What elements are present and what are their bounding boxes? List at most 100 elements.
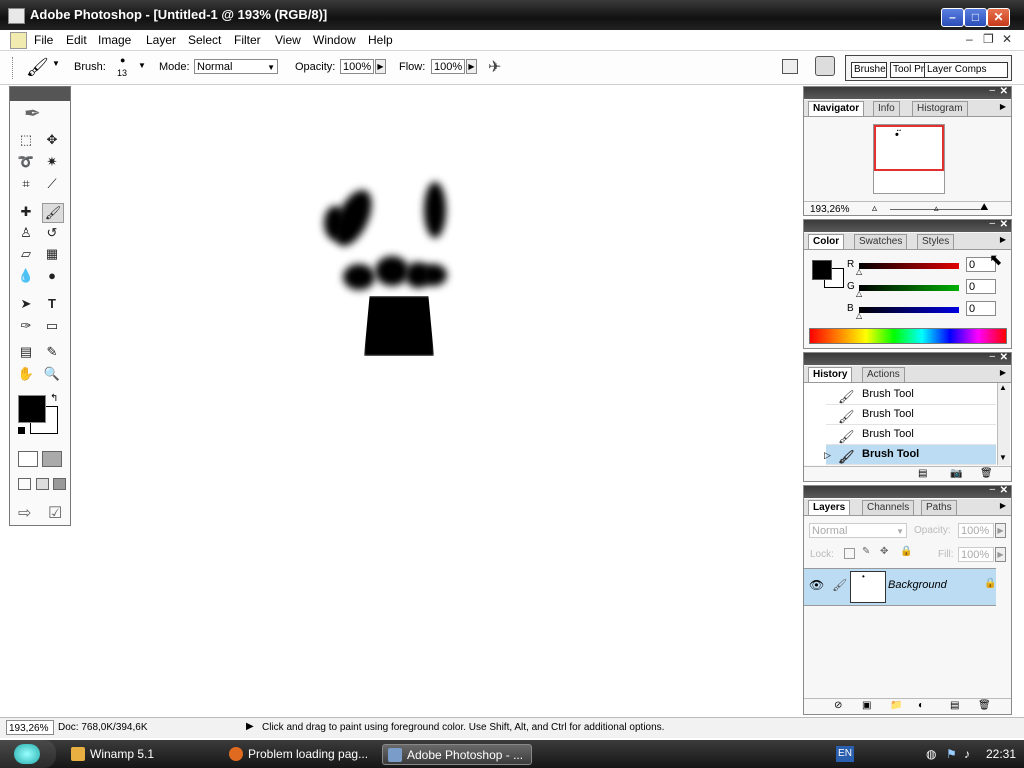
blue-slider-track[interactable]	[859, 307, 959, 313]
history-scrollbar[interactable]: ▲ ▼	[997, 383, 1010, 465]
healing-brush-tool-icon[interactable]: ✚	[16, 203, 36, 221]
panel-titlebar[interactable]: – ✕	[804, 218, 1011, 232]
imageready-icon[interactable]: ☑	[48, 503, 62, 523]
photoshop-app-icon[interactable]	[8, 8, 25, 24]
tab-paths[interactable]: Paths	[921, 500, 957, 515]
flow-slider-arrow-icon[interactable]: ▶	[466, 59, 477, 74]
palette-toggle-icon[interactable]	[782, 59, 798, 74]
brush-tool-preset-icon[interactable]: 🖌	[26, 57, 49, 78]
crop-tool-icon[interactable]: ⌗	[16, 175, 36, 193]
new-group-icon[interactable]: 📁	[890, 700, 902, 711]
eyedropper-tool-icon[interactable]: ✎	[42, 343, 62, 361]
scroll-down-icon[interactable]: ▼	[999, 453, 1007, 462]
menu-filter[interactable]: Filter	[234, 33, 261, 47]
minimize-button[interactable]: –	[941, 8, 964, 27]
tab-channels[interactable]: Channels	[862, 500, 915, 515]
adobe-feather-icon[interactable]: ✒	[24, 101, 41, 126]
red-slider-track[interactable]	[859, 263, 959, 269]
tray-network-icon[interactable]: ◍	[926, 747, 936, 761]
zoom-out-icon[interactable]: ▵	[872, 203, 877, 214]
rectangle-tool-icon[interactable]: ▭	[42, 317, 62, 335]
opacity-input[interactable]: 100%	[340, 59, 374, 74]
standard-mode-icon[interactable]	[18, 451, 38, 467]
panel-titlebar[interactable]: – ✕	[804, 351, 1011, 365]
quick-mask-mode-icon[interactable]	[42, 451, 62, 467]
color-spectrum-ramp[interactable]	[809, 328, 1007, 344]
move-tool-icon[interactable]: ✥	[42, 131, 62, 149]
add-layer-mask-icon[interactable]: ▣	[862, 700, 871, 711]
tab-info[interactable]: Info	[873, 101, 900, 116]
close-button[interactable]: ✕	[987, 8, 1010, 27]
language-indicator[interactable]: EN	[836, 746, 854, 762]
brush-picker-arrow-icon[interactable]: ▼	[138, 61, 146, 70]
menu-view[interactable]: View	[275, 33, 301, 47]
green-value-input[interactable]: 0	[966, 279, 996, 294]
tab-histogram[interactable]: Histogram	[912, 101, 968, 116]
panel-menu-icon[interactable]: ▶	[1000, 368, 1006, 377]
zoom-slider-handle[interactable]: ▵	[934, 203, 939, 214]
dodge-tool-icon[interactable]: ●	[42, 267, 62, 285]
blend-mode-select[interactable]: Normal ▼	[809, 523, 907, 538]
document-canvas[interactable]	[72, 86, 802, 716]
history-item-selected[interactable]: 🖌 Brush Tool	[826, 445, 996, 465]
new-document-from-state-icon[interactable]: ▤	[918, 468, 927, 479]
taskbar-item-winamp[interactable]: Winamp 5.1	[66, 744, 216, 765]
layer-name[interactable]: Background	[888, 579, 947, 591]
doc-close-button[interactable]: ✕	[1002, 32, 1012, 46]
taskbar-clock[interactable]: 22:31	[986, 747, 1016, 761]
tray-security-icon[interactable]: ⚑	[946, 747, 957, 761]
menu-layer[interactable]: Layer	[146, 33, 176, 47]
color-panel-foreground-swatch[interactable]	[812, 260, 832, 280]
menu-file[interactable]: File	[34, 33, 53, 47]
history-brush-tool-icon[interactable]: ↺	[42, 224, 62, 242]
pen-tool-icon[interactable]: ✑	[16, 317, 36, 335]
well-tab-brushes[interactable]: Brushes	[851, 62, 887, 78]
fill-arrow-icon[interactable]: ▶	[995, 547, 1006, 562]
fill-input[interactable]: 100%	[958, 547, 994, 562]
navigator-view-box[interactable]	[874, 125, 944, 171]
clone-stamp-tool-icon[interactable]: ♙	[16, 224, 36, 242]
lasso-tool-icon[interactable]: ➰	[16, 153, 36, 171]
blur-tool-icon[interactable]: 💧	[16, 267, 36, 285]
panel-menu-icon[interactable]: ▶	[1000, 102, 1006, 111]
layer-thumbnail[interactable]: •	[850, 571, 886, 603]
flow-input[interactable]: 100%	[431, 59, 465, 74]
opacity-slider-arrow-icon[interactable]: ▶	[375, 59, 386, 74]
new-adjustment-layer-icon[interactable]: ◐	[918, 700, 924, 711]
doc-minimize-button[interactable]: –	[966, 32, 973, 46]
navigator-thumbnail[interactable]: •̈	[873, 124, 945, 194]
navigator-zoom-value[interactable]: 193,26%	[810, 204, 849, 215]
link-layers-icon[interactable]: ⊘	[834, 700, 842, 711]
panel-close-icon[interactable]: ✕	[1000, 219, 1008, 230]
eraser-tool-icon[interactable]: ▱	[16, 245, 36, 263]
airbrush-icon[interactable]: ✈	[488, 57, 501, 77]
screen-mode-full-icon[interactable]	[53, 478, 66, 490]
panel-titlebar[interactable]: – ✕	[804, 85, 1011, 99]
hand-tool-icon[interactable]: ✋	[16, 365, 36, 383]
panel-close-icon[interactable]: ✕	[1000, 485, 1008, 496]
document-icon[interactable]	[10, 32, 27, 49]
layer-opacity-input[interactable]: 100%	[958, 523, 994, 538]
status-zoom-input[interactable]: 193,26%	[6, 720, 54, 735]
panel-close-icon[interactable]: ✕	[1000, 86, 1008, 97]
red-slider-handle[interactable]: △	[856, 267, 862, 276]
mode-select[interactable]: Normal ▼	[194, 59, 278, 74]
layer-row-background[interactable]: 👁 🖌 • Background 🔒	[804, 568, 996, 606]
brush-size-value[interactable]: 13	[117, 68, 127, 78]
green-slider-track[interactable]	[859, 285, 959, 291]
tab-history[interactable]: History	[808, 367, 853, 382]
notes-tool-icon[interactable]: ▤	[16, 343, 36, 361]
scroll-up-icon[interactable]: ▲	[999, 383, 1007, 392]
panel-menu-icon[interactable]: ▶	[1000, 235, 1006, 244]
swap-colors-icon[interactable]: ↰	[50, 393, 58, 404]
well-tab-tool-presets[interactable]: Tool Presets	[890, 62, 926, 78]
magic-wand-tool-icon[interactable]: ✷	[42, 153, 62, 171]
tab-navigator[interactable]: Navigator	[808, 101, 865, 116]
lock-image-icon[interactable]: ✎	[862, 546, 870, 557]
lock-position-icon[interactable]: ✥	[880, 546, 888, 557]
taskbar-item-photoshop[interactable]: Adobe Photoshop - ...	[382, 744, 532, 765]
layer-opacity-arrow-icon[interactable]: ▶	[995, 523, 1006, 538]
tab-layers[interactable]: Layers	[808, 500, 851, 515]
blue-value-input[interactable]: 0	[966, 301, 996, 316]
screen-mode-full-menu-icon[interactable]	[36, 478, 49, 490]
